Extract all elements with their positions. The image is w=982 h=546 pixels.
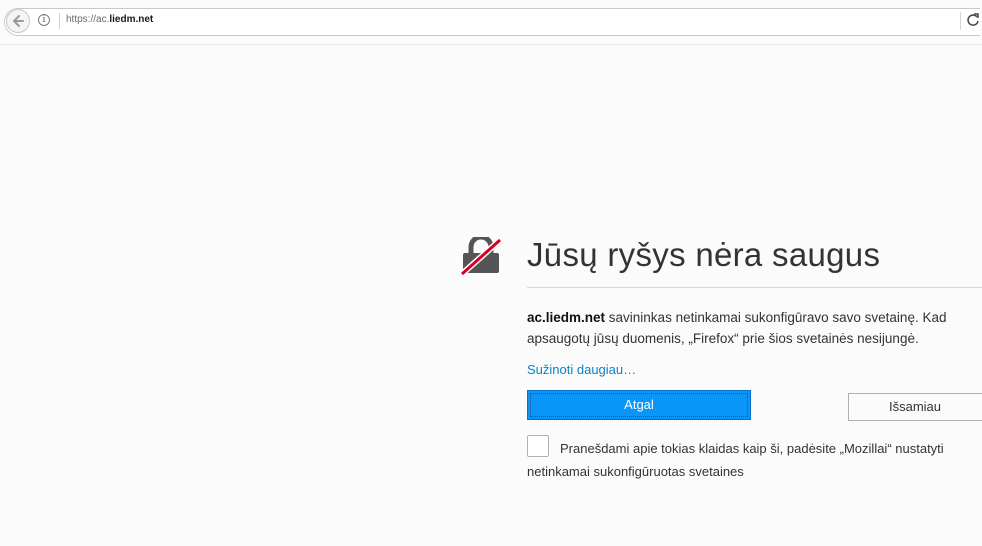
broken-lock-icon xyxy=(460,237,502,275)
learn-more-link[interactable]: Sužinoti daugiau… xyxy=(527,362,636,377)
error-host: ac.liedm.net xyxy=(527,310,606,325)
error-title: Jūsų ryšys nėra saugus xyxy=(527,236,881,273)
back-button[interactable] xyxy=(6,9,30,33)
navigation-toolbar: i https://ac.liedm.net xyxy=(0,0,982,45)
report-label: Pranešdami apie tokias klaidas kaip ši, … xyxy=(527,441,944,479)
back-arrow-icon xyxy=(13,15,24,27)
reload-separator xyxy=(960,12,961,30)
go-back-button[interactable]: Atgal xyxy=(527,390,751,420)
reload-icon[interactable] xyxy=(966,12,980,28)
url-text[interactable]: https://ac.liedm.net xyxy=(66,14,153,25)
browser-page: i https://ac.liedm.net Jūsų ryšys nėra s… xyxy=(0,0,982,546)
url-prefix: https://ac. xyxy=(66,14,110,25)
url-separator xyxy=(59,13,60,29)
error-description: ac.liedm.net savininkas netinkamai sukon… xyxy=(527,307,977,349)
url-domain: liedm.net xyxy=(109,14,154,25)
site-info-icon[interactable]: i xyxy=(38,14,50,26)
title-divider xyxy=(527,287,982,288)
advanced-button[interactable]: Išsamiau xyxy=(848,393,982,421)
